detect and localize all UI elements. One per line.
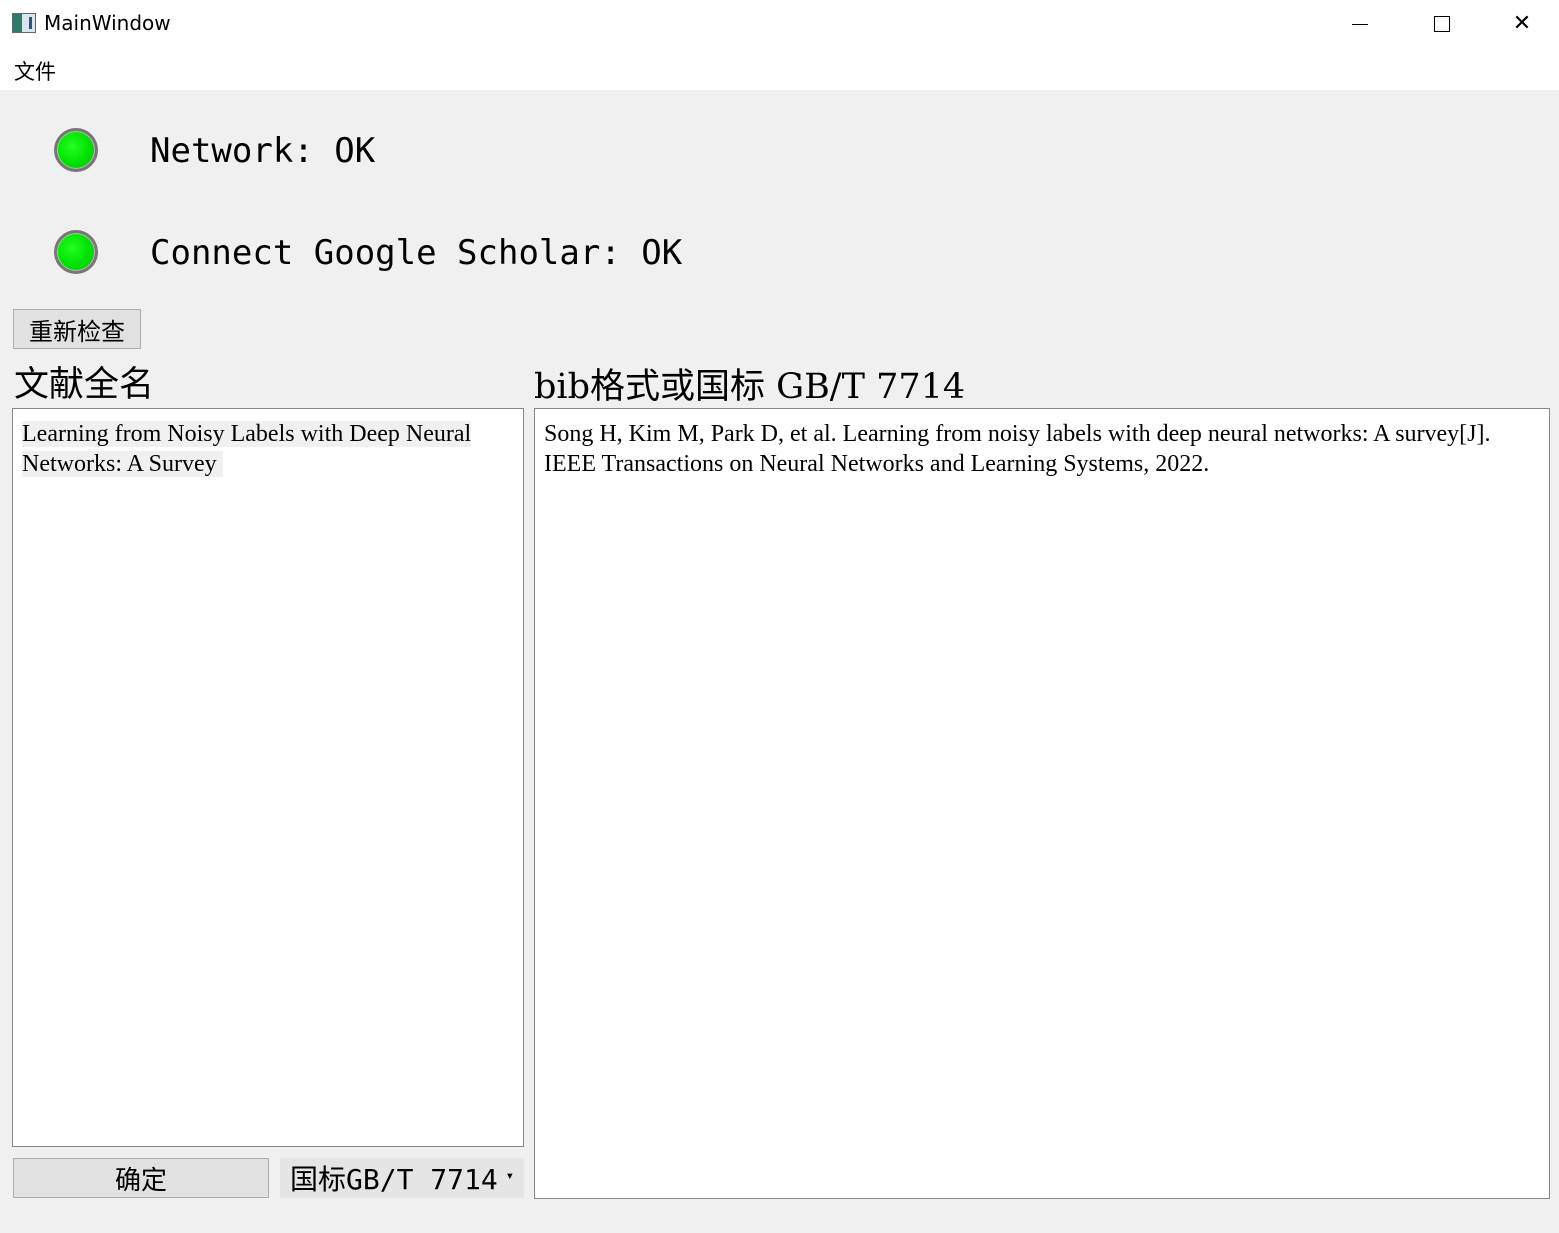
title-input-field[interactable]: Learning from Noisy Labels with Deep Neu… [12,408,524,1147]
close-icon: ✕ [1512,11,1532,36]
title-input-value: Learning from Noisy Labels with Deep Neu… [22,421,472,477]
citation-output-value: Song H, Kim M, Park D, et al. Learning f… [544,421,1491,477]
minimize-icon [1352,23,1368,25]
scholar-status-text: Connect Google Scholar: OK [150,233,683,273]
network-status-text: Network: OK [150,131,376,171]
close-button[interactable]: ✕ [1482,0,1559,48]
maximize-button[interactable] [1402,0,1482,48]
chevron-down-icon: ▾ [505,1168,514,1184]
minimize-button[interactable] [1320,0,1400,48]
format-select-value: 国标GB/T 7714 [290,1163,498,1196]
recheck-button[interactable]: 重新检查 [13,309,141,349]
window-title: MainWindow [44,11,171,35]
main-window: MainWindow ✕ 文件 Network: OK Connect Goog… [0,0,1559,1233]
title-bar: MainWindow ✕ [0,0,1559,48]
maximize-icon [1434,16,1450,32]
confirm-button[interactable]: 确定 [13,1158,269,1198]
output-label: bib格式或国标 GB/T 7714 [534,367,966,407]
menu-file[interactable]: 文件 [14,56,56,86]
scholar-status-led-icon [54,230,98,274]
format-select[interactable]: 国标GB/T 7714 ▾ [280,1158,524,1198]
app-icon [12,13,36,33]
title-input-label: 文献全名 [14,365,155,405]
citation-output-field[interactable]: Song H, Kim M, Park D, et al. Learning f… [534,408,1550,1199]
menu-bar: 文件 [0,48,1559,90]
network-status-led-icon [54,128,98,172]
